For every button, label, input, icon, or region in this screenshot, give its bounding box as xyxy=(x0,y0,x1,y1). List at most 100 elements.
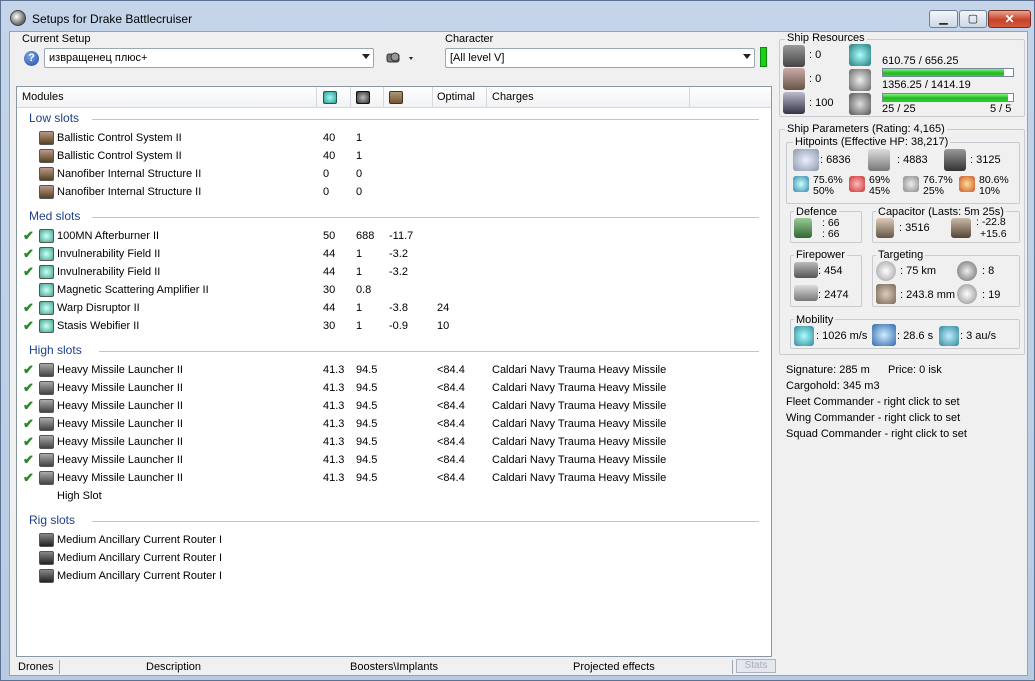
module-charges: Caldari Navy Trauma Heavy Missile xyxy=(492,472,667,484)
module-row[interactable]: ✔ Heavy Missile Launcher II 41.3 94.5 <84.4 C… xyxy=(17,379,771,397)
module-row[interactable]: ✔ Heavy Missile Launcher II 41.3 94.5 <84.4 C… xyxy=(17,415,771,433)
active-check-icon[interactable]: ✔ xyxy=(23,362,34,378)
active-check-icon[interactable]: ✔ xyxy=(23,318,34,334)
module-row[interactable]: ✔ Invulnerability Field II 44 1 -3.2 xyxy=(17,245,771,263)
module-row[interactable]: ✔ Heavy Missile Launcher II 41.3 94.5 <84.4 C… xyxy=(17,451,771,469)
module-name: Ballistic Control System II xyxy=(57,132,182,144)
active-check-icon[interactable]: ✔ xyxy=(23,434,34,450)
launcher-count: : 0 xyxy=(809,73,822,85)
module-row[interactable]: Medium Ancillary Current Router I xyxy=(17,567,771,585)
module-name: Medium Ancillary Current Router I xyxy=(57,534,223,546)
speed-icon xyxy=(794,326,814,346)
module-row[interactable]: High Slot xyxy=(17,487,771,505)
active-check-icon[interactable]: ✔ xyxy=(23,452,34,468)
module-row[interactable]: Nanofiber Internal Structure II 0 0 xyxy=(17,165,771,183)
active-check-icon[interactable]: ✔ xyxy=(23,470,34,486)
module-row[interactable]: ✔ Heavy Missile Launcher II 41.3 94.5 <84.4 C… xyxy=(17,433,771,451)
active-check-icon[interactable]: ✔ xyxy=(23,246,34,262)
module-cpu: 41.3 xyxy=(323,382,345,394)
minimize-button[interactable]: ▁ xyxy=(929,10,958,28)
active-check-icon[interactable]: ✔ xyxy=(23,228,34,244)
module-name: Stasis Webifier II xyxy=(57,320,140,332)
active-check-icon[interactable]: ✔ xyxy=(23,416,34,432)
module-cpu: 40 xyxy=(323,132,336,144)
power-column-icon[interactable] xyxy=(356,91,370,104)
module-cpu: 41.3 xyxy=(323,454,345,466)
warp-speed-icon xyxy=(939,326,959,346)
module-power: 1 xyxy=(356,132,363,144)
cpu-column-icon[interactable] xyxy=(323,91,337,104)
module-icon xyxy=(39,229,54,243)
defence-value-2: : 66 xyxy=(822,228,840,240)
module-cpu: 41.3 xyxy=(323,364,345,376)
active-check-icon[interactable]: ✔ xyxy=(23,264,34,280)
module-row[interactable]: Magnetic Scattering Amplifier II 30 0.8 xyxy=(17,281,771,299)
module-optimal: <84.4 xyxy=(437,364,465,376)
module-row[interactable]: Medium Ancillary Current Router I xyxy=(17,531,771,549)
col-modules[interactable]: Modules xyxy=(22,91,64,103)
help-icon[interactable]: ? xyxy=(24,51,39,66)
maximize-icon: ▢ xyxy=(967,13,979,25)
squad-commander[interactable]: Squad Commander - right click to set xyxy=(786,428,967,440)
module-row[interactable]: Medium Ancillary Current Router I xyxy=(17,549,771,567)
cpu-fill xyxy=(883,69,1004,76)
module-row[interactable]: Nanofiber Internal Structure II 0 0 xyxy=(17,183,771,201)
setup-select[interactable]: извращенец плюс+ xyxy=(44,48,374,68)
module-icon xyxy=(39,167,54,181)
module-power: 688 xyxy=(356,230,375,242)
thermal-resist-icon xyxy=(849,176,865,192)
col-charges[interactable]: Charges xyxy=(492,91,534,103)
module-name: Heavy Missile Launcher II xyxy=(57,436,183,448)
module-icon xyxy=(39,283,54,297)
module-row[interactable]: ✔ Stasis Webifier II 30 1 -0.9 10 xyxy=(17,317,771,335)
em-resist-armor: 50% xyxy=(813,185,835,197)
module-row[interactable]: Ballistic Control System II 40 1 xyxy=(17,147,771,165)
stats-button[interactable]: Stats xyxy=(736,659,776,673)
module-icon xyxy=(39,453,54,467)
close-button[interactable]: ✕ xyxy=(988,10,1031,28)
module-cpu: 44 xyxy=(323,266,336,278)
module-power: 94.5 xyxy=(356,436,378,448)
module-cpu: 41.3 xyxy=(323,418,345,430)
module-row[interactable]: ✔ Invulnerability Field II 44 1 -3.2 xyxy=(17,263,771,281)
tab-projected-effects[interactable]: Projected effects xyxy=(573,661,655,673)
tab-drones[interactable]: Drones xyxy=(18,661,53,673)
module-charges: Caldari Navy Trauma Heavy Missile xyxy=(492,418,667,430)
fleet-commander[interactable]: Fleet Commander - right click to set xyxy=(786,396,960,408)
module-row[interactable]: ✔ Heavy Missile Launcher II 41.3 94.5 <84.4 C… xyxy=(17,469,771,487)
wing-commander[interactable]: Wing Commander - right click to set xyxy=(786,412,960,424)
capacitor-amount: : 3516 xyxy=(899,222,930,234)
module-cpu: 50 xyxy=(323,230,336,242)
module-power: 94.5 xyxy=(356,400,378,412)
module-row[interactable]: ✔ Heavy Missile Launcher II 41.3 94.5 <84.4 C… xyxy=(17,361,771,379)
module-row[interactable]: ✔ 100MN Afterburner II 50 688 -11.7 xyxy=(17,227,771,245)
module-icon xyxy=(39,319,54,333)
tools-dropdown-button[interactable] xyxy=(385,49,419,67)
maximize-button[interactable]: ▢ xyxy=(959,10,987,28)
capacitor-column-icon[interactable] xyxy=(389,91,403,104)
module-row[interactable]: ✔ Warp Disruptor II 44 1 -3.8 24 xyxy=(17,299,771,317)
tab-boosters-implants[interactable]: Boosters\Implants xyxy=(350,661,438,673)
module-power: 1 xyxy=(356,266,363,278)
module-icon xyxy=(39,149,54,163)
active-check-icon[interactable]: ✔ xyxy=(23,398,34,414)
targeting-range: : 75 km xyxy=(900,265,937,277)
thermal-resist-armor: 45% xyxy=(869,185,891,197)
col-optimal[interactable]: Optimal xyxy=(437,91,475,103)
warp-speed: : 3 au/s xyxy=(960,330,997,342)
active-check-icon[interactable]: ✔ xyxy=(23,380,34,396)
character-select[interactable]: [All level V] xyxy=(445,48,755,68)
character-label: Character xyxy=(445,33,494,45)
tab-description[interactable]: Description xyxy=(146,661,201,673)
module-icon xyxy=(39,471,54,485)
modules-panel[interactable]: Modules Optimal Charges Low slots Ballist… xyxy=(16,86,772,657)
price: Price: 0 isk xyxy=(888,364,942,376)
drones-active: 5 / 5 xyxy=(990,103,1012,115)
section-title: Rig slots xyxy=(29,513,76,527)
module-name: Heavy Missile Launcher II xyxy=(57,382,183,394)
module-capacitor: -3.8 xyxy=(389,302,408,314)
module-row[interactable]: ✔ Heavy Missile Launcher II 41.3 94.5 <84.4 C… xyxy=(17,397,771,415)
module-row[interactable]: Ballistic Control System II 40 1 xyxy=(17,129,771,147)
active-check-icon[interactable]: ✔ xyxy=(23,300,34,316)
section-divider xyxy=(99,351,759,352)
